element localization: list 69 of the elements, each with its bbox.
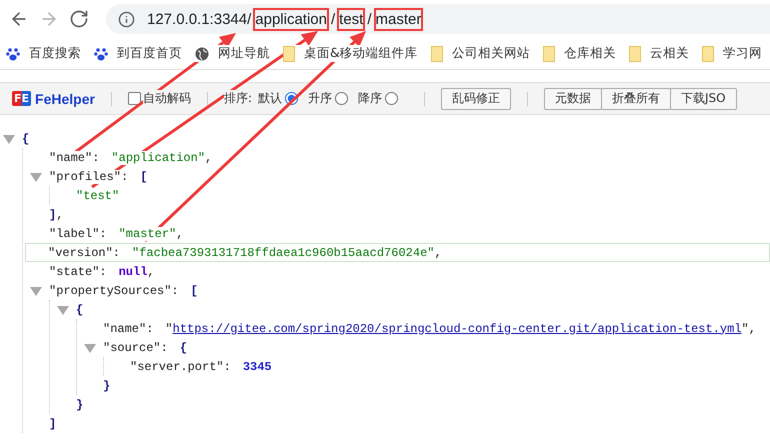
bookmark[interactable]: 桌面&移动端组件库 (283, 45, 418, 62)
comma: , (176, 226, 184, 240)
comma: , (205, 150, 212, 164)
bookmark[interactable]: 仓库相关 (542, 45, 616, 62)
close-bracket: ] (49, 416, 56, 430)
json-value: "facbea7393131718ffdaea1c960b15aacd76024e" (132, 246, 434, 260)
url-link[interactable]: https://gitee.com/spring2020/springcloud-config-center.git/application-test.yml (172, 322, 742, 336)
comma: , (434, 246, 442, 260)
close-bracket: ] (49, 208, 56, 222)
expand-toggle[interactable] (57, 304, 69, 316)
open-bracket: { (180, 340, 188, 354)
folder-icon (702, 46, 714, 62)
folder-icon (430, 46, 443, 62)
folder-icon (628, 46, 641, 62)
json-key: "server.port": (130, 360, 231, 374)
comma: , (147, 264, 155, 278)
json-key: "propertySources": (49, 284, 179, 298)
json-link[interactable]: "https://gitee.com/spring2020/springcloud-config-center.git/application-test.yml" (165, 322, 749, 336)
open-bracket: { (76, 302, 84, 316)
toolbar-button[interactable]: 折叠所有 (601, 88, 671, 110)
bookmark[interactable]: 百度搜索 (6, 45, 81, 62)
comma: , (56, 208, 64, 222)
json-key: "source": (103, 340, 168, 354)
sort-option-label: 默认 (258, 90, 282, 107)
json-value: "master" (118, 226, 176, 240)
json-value: 3345 (242, 360, 272, 374)
sort-option-label: 降序 (358, 90, 382, 107)
json-value: null (118, 264, 148, 278)
expand-toggle[interactable] (30, 284, 42, 296)
folder-icon (283, 46, 295, 62)
expand-toggle[interactable] (30, 170, 42, 182)
open-bracket: [ (190, 284, 198, 298)
globe-icon (195, 46, 209, 60)
logo-name: FeHelper (35, 90, 95, 106)
expand-toggle[interactable] (84, 342, 96, 354)
url-text: 127.0.0.1:3344/ (145, 8, 254, 30)
json-value: "test" (76, 188, 120, 202)
json-key: "profiles": (49, 170, 128, 184)
comma: , (748, 322, 756, 336)
expand-toggle[interactable] (3, 132, 15, 144)
bookmark[interactable]: 学习网 (702, 45, 762, 62)
json-value: "application" (111, 150, 206, 164)
radio-button[interactable] (335, 92, 348, 105)
reload-button[interactable] (68, 8, 90, 30)
paw-icon (94, 46, 108, 60)
info-icon (118, 10, 135, 28)
close-bracket: } (103, 378, 110, 392)
fix-encoding-button[interactable]: 乱码修正 (441, 88, 511, 110)
toolbar-button[interactable]: 元数据 (544, 88, 602, 110)
json-key: "version": (48, 246, 120, 260)
json-key: "label": (49, 226, 107, 240)
open-bracket: { (22, 132, 30, 146)
url-text: application (253, 8, 329, 30)
bookmark[interactable]: 云相关 (628, 45, 689, 62)
open-bracket: [ (140, 170, 148, 184)
folder-icon (542, 46, 555, 62)
paw-icon (6, 46, 20, 60)
close-bracket: } (76, 398, 84, 412)
json-key: "state": (49, 264, 107, 278)
checkbox[interactable] (128, 92, 141, 105)
bookmark[interactable]: 到百度首页 (94, 45, 182, 62)
checkbox-label: 自动解码 (142, 90, 191, 107)
bookmark[interactable]: 公司相关网站 (430, 45, 530, 62)
json-key: "name": (103, 322, 154, 336)
bookmark[interactable]: 网址导航 (195, 45, 270, 62)
radio-button[interactable] (385, 92, 398, 105)
toolbar-button[interactable]: 下载JSO (670, 88, 737, 110)
json-key: "name": (49, 150, 100, 164)
sort-label: 排序: (224, 90, 252, 107)
